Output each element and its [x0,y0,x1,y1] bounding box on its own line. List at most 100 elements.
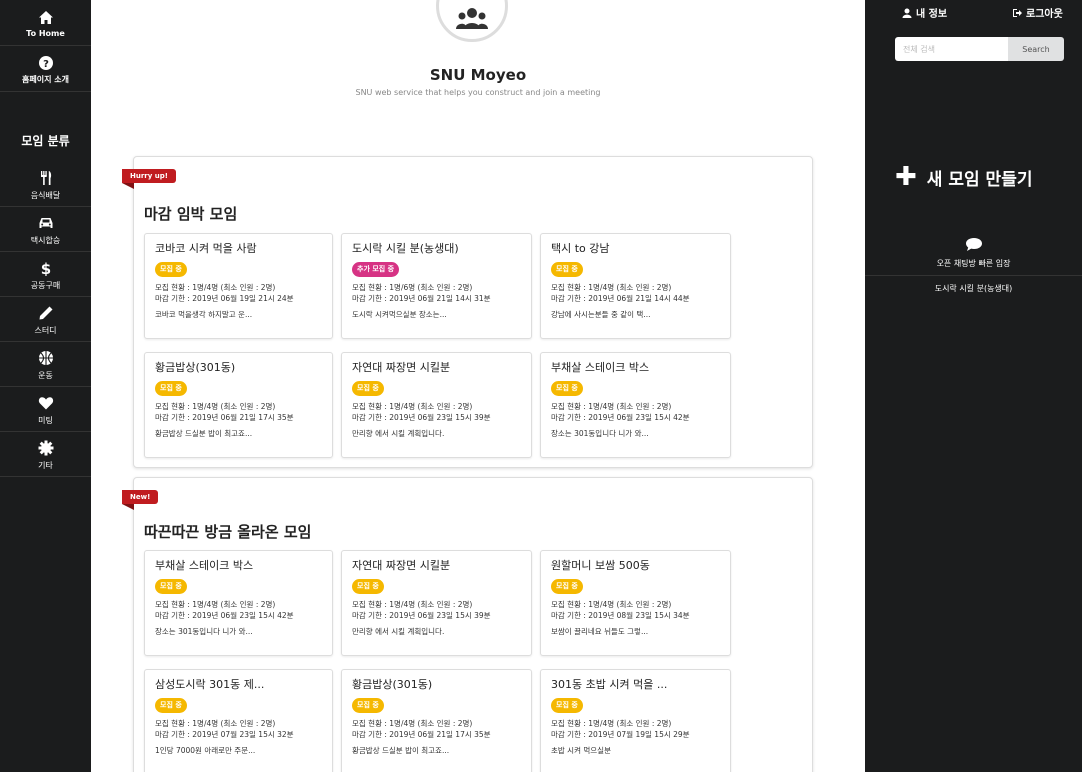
quick-chat-label: 오픈 채팅방 빠른 입장 [936,259,1011,268]
card-meta: 모집 현황 : 1명/4명 (최소 인원 : 2명) 마감 기한 : 2019년 … [352,401,521,423]
status-badge: 모집 중 [155,698,187,713]
main-content: SNU Moyeo SNU web service that helps you… [91,0,865,772]
category-label: 운동 [38,370,53,380]
status-badge: 모집 중 [551,262,583,277]
status-badge: 모집 중 [155,381,187,396]
meeting-card[interactable]: 자연대 짜장면 시킬분모집 중모집 현황 : 1명/4명 (최소 인원 : 2명… [341,550,532,656]
card-deadline: 마감 기한 : 2019년 06월 23일 15시 42분 [155,611,294,620]
status-badge: 모집 중 [352,579,384,594]
chat-room-link[interactable]: 도시락 시킬 분(농생대) [865,283,1082,294]
meeting-card[interactable]: 코바코 시켜 먹을 사람 모집 중 모집 현황 : 1명/4명 (최소 인원 : 2… [144,233,333,339]
category-etc[interactable]: 기타 [0,432,91,477]
nav-to-home[interactable]: To Home [0,0,91,46]
nav-about[interactable]: ? 홈페이지 소개 [0,46,91,92]
category-label: 미팅 [38,415,53,425]
card-members: 모집 현황 : 1명/4명 (최소 인원 : 2명) [551,283,672,292]
status-badge: 모집 중 [155,262,187,277]
card-deadline: 마감 기한 : 2019년 06월 21일 14시 31분 [352,294,491,303]
card-meta: 모집 현황 : 1명/4명 (최소 인원 : 2명) 마감 기한 : 2019년 … [155,599,322,621]
create-meeting-label: 새 모임 만들기 [926,169,1033,190]
category-meeting[interactable]: 미팅 [0,387,91,432]
card-description: 만리향 에서 시킬 계획입니다. [352,627,445,636]
meeting-card[interactable]: 택시 to 강남 모집 중 모집 현황 : 1명/4명 (최소 인원 : 2명) 마감… [540,233,731,339]
card-meta: 모집 현황 : 1명/4명 (최소 인원 : 2명) 마감 기한 : 2019년 … [352,718,521,740]
card-deadline: 마감 기한 : 2019년 06월 21일 17시 35분 [155,413,294,422]
card-members: 모집 현황 : 1명/4명 (최소 인원 : 2명) [155,600,276,609]
card-members: 모집 현황 : 1명/4명 (최소 인원 : 2명) [551,600,672,609]
card-deadline: 마감 기한 : 2019년 07월 19일 15시 29분 [551,730,690,739]
card-meta: 모집 현황 : 1명/6명 (최소 인원 : 2명) 마감 기한 : 2019년 … [352,282,521,304]
card-description: 도시락 시켜먹으실분 장소는... [352,310,447,319]
status-badge: 모집 중 [352,381,384,396]
status-badge: 모집 중 [551,579,583,594]
card-title: 도시락 시킬 분(농생대) [352,242,459,255]
nav-about-label: 홈페이지 소개 [22,75,69,84]
question-icon: ? [38,52,54,72]
card-description: 초밥 시켜 먹으실분 [551,746,611,755]
my-info-link[interactable]: 내 정보 [902,5,947,20]
create-meeting-button[interactable]: ✚ 새 모임 만들기 [895,164,1032,190]
category-header: 모임 분류 [0,92,91,162]
category-sports[interactable]: 운동 [0,342,91,387]
heart-icon [38,393,54,413]
card-description: 만리향 에서 시킬 계획입니다. [352,429,445,438]
section-title: 따끈따끈 방금 올라온 모임 [144,523,312,541]
card-members: 모집 현황 : 1명/4명 (최소 인원 : 2명) [551,719,672,728]
brand-title: SNU Moyeo [429,66,527,84]
card-grid: 코바코 시켜 먹을 사람 모집 중 모집 현황 : 1명/4명 (최소 인원 : 2… [144,233,731,458]
card-title: 301동 초밥 시켜 먹을 ... [551,678,668,691]
utensils-icon [38,168,54,188]
card-title: 택시 to 강남 [551,242,610,255]
card-deadline: 마감 기한 : 2019년 06월 19일 21시 24분 [155,294,294,303]
category-label: 음식배달 [30,190,61,200]
hurry-ribbon: Hurry up! [122,169,176,189]
card-description: 황금밥상 드실분 밥이 최고죠... [352,746,450,755]
card-members: 모집 현황 : 1명/4명 (최소 인원 : 2명) [551,402,672,411]
card-deadline: 마감 기한 : 2019년 06월 23일 15시 42분 [551,413,690,422]
card-title: 삼성도시락 301동 제... [155,678,265,691]
meeting-card[interactable]: 황금밥상(301동) 모집 중 모집 현황 : 1명/4명 (최소 인원 : 2명)… [144,352,333,458]
card-description: 1인당 7000원 아래로만 주문... [155,746,256,755]
plus-icon: ✚ [895,162,917,192]
card-meta: 모집 현황 : 1명/4명 (최소 인원 : 2명) 마감 기한 : 2019년 … [551,718,720,740]
meeting-card[interactable]: 부채살 스테이크 박스 모집 중 모집 현황 : 1명/4명 (최소 인원 : 2명… [144,550,333,656]
card-deadline: 마감 기한 : 2019년 07월 23일 15시 32분 [155,730,294,739]
meeting-card[interactable]: 301동 초밥 시켜 먹을 ... 모집 중모집 현황 : 1명/4명 (최소 인… [540,669,731,772]
card-title: 황금밥상(301동) [155,361,236,374]
category-group-buy[interactable]: $ 공동구매 [0,252,91,297]
car-icon [38,213,54,233]
category-label: 기타 [38,460,53,470]
new-section: New! 따끈따끈 방금 올라온 모임 부채살 스테이크 박스 모집 중 모집 현황… [121,477,813,772]
search-input[interactable] [895,37,1008,61]
logout-link[interactable]: 로그아웃 [1012,5,1063,20]
card-deadline: 마감 기한 : 2019년 06월 23일 15시 39분 [352,611,491,620]
search-button[interactable]: Search [1008,37,1064,61]
basketball-icon [38,348,54,368]
meeting-card[interactable]: 원할머니 보쌈 500동 모집 중 모집 현황 : 1명/4명 (최소 인원 : 2… [540,550,731,656]
status-badge: 모집 중 [551,698,583,713]
card-description: 황금밥상 드실분 밥이 최고죠... [155,429,253,438]
brand-logo [436,0,508,42]
category-food-delivery[interactable]: 음식배달 [0,162,91,207]
card-grid: 부채살 스테이크 박스 모집 중 모집 현황 : 1명/4명 (최소 인원 : 2명… [144,550,731,772]
card-deadline: 마감 기한 : 2019년 06월 23일 15시 39분 [352,413,491,422]
category-study[interactable]: 스터디 [0,297,91,342]
card-deadline: 마감 기한 : 2019년 08월 23일 15시 34분 [551,611,690,620]
dollar-icon: $ [38,258,54,278]
card-title: 자연대 짜장면 시킬분 [352,361,451,374]
category-taxi[interactable]: 택시합승 [0,207,91,252]
nav-to-home-label: To Home [26,29,65,38]
card-deadline: 마감 기한 : 2019년 06월 21일 17시 35분 [352,730,491,739]
category-label: 택시합승 [30,235,61,245]
meeting-card[interactable]: 도시락 시킬 분(농생대) 추가 모집 중 모집 현황 : 1명/6명 (최소 인원… [341,233,532,339]
card-title: 자연대 짜장면 시킬분 [352,559,451,572]
chat-icon [865,237,1082,256]
logout-label: 로그아웃 [1026,9,1063,20]
meeting-card[interactable]: 황금밥상(301동) 모집 중 모집 현황 : 1명/4명 (최소 인원 : 2명)… [341,669,532,772]
meeting-card[interactable]: 부채살 스테이크 박스 모집 중 모집 현황 : 1명/4명 (최소 인원 : 2명… [540,352,731,458]
card-meta: 모집 현황 : 1명/4명 (최소 인원 : 2명) 마감 기한 : 2019년 … [352,599,521,621]
sign-out-icon [1013,8,1022,17]
meeting-card[interactable]: 자연대 짜장면 시킬분모집 중모집 현황 : 1명/4명 (최소 인원 : 2명… [341,352,532,458]
card-title: 코바코 시켜 먹을 사람 [155,242,257,255]
meeting-card[interactable]: 삼성도시락 301동 제... 모집 중 모집 현황 : 1명/4명 (최소 인원 … [144,669,333,772]
